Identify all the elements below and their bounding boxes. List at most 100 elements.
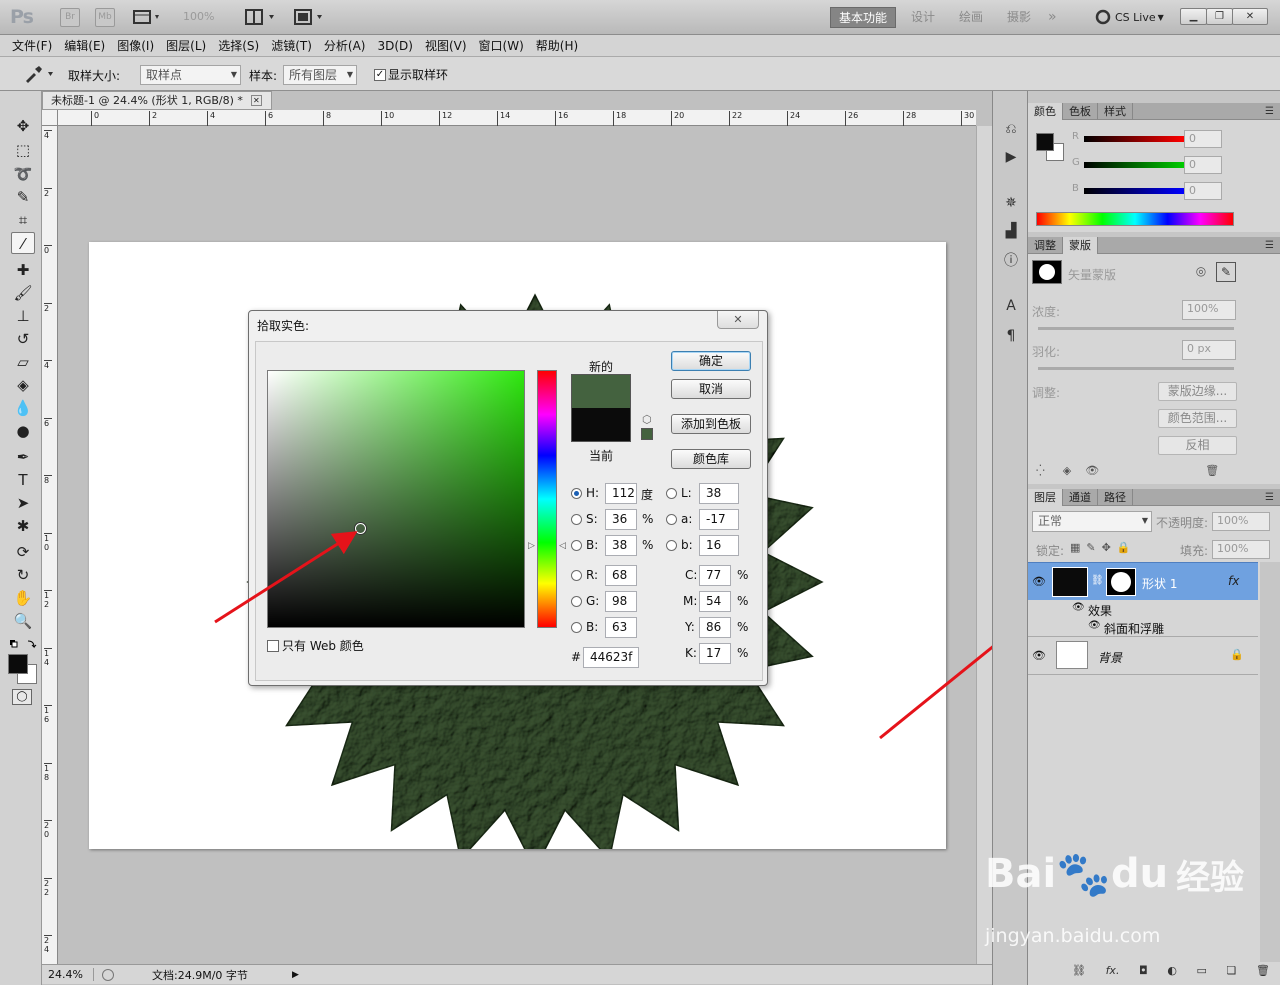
status-info-icon[interactable] (102, 968, 114, 981)
layer-fill-thumbnail[interactable] (1052, 567, 1088, 597)
fill-field[interactable]: 100% (1212, 540, 1270, 559)
vector-mask-thumbnail[interactable] (1032, 260, 1062, 284)
hue-field[interactable]: 112 (605, 483, 637, 504)
eraser-tool-icon[interactable]: ▱ (11, 351, 35, 373)
radio-red[interactable] (571, 570, 582, 581)
brush-tool-icon[interactable]: 🖌 (11, 282, 35, 304)
web-safe-swatch[interactable] (641, 428, 653, 440)
blue-field[interactable]: 63 (605, 617, 637, 638)
blend-mode-select[interactable]: 正常 ▼ (1032, 511, 1152, 532)
menu-edit[interactable]: 编辑(E) (58, 35, 111, 57)
menu-analysis[interactable]: 分析(A) (318, 35, 372, 57)
ruler-origin[interactable] (42, 110, 58, 126)
more-workspaces-button[interactable]: » (1040, 7, 1065, 28)
default-swap-colors[interactable] (8, 637, 38, 653)
pen-tool-icon[interactable]: ✒ (11, 446, 35, 468)
radio-green[interactable] (571, 596, 582, 607)
tab-adjustments[interactable]: 调整 (1028, 236, 1063, 254)
effects-visibility-icon[interactable]: 👁 (1072, 602, 1085, 613)
status-menu-arrow-icon[interactable]: ▶ (292, 970, 299, 980)
current-color-swatch[interactable] (571, 408, 631, 442)
red-slider[interactable] (1084, 136, 1184, 142)
menu-file[interactable]: 文件(F) (6, 35, 58, 57)
history-panel-icon[interactable]: ⎌ (1001, 119, 1021, 139)
healing-brush-tool-icon[interactable]: ✚ (11, 259, 35, 281)
tab-styles[interactable]: 样式 (1098, 102, 1133, 120)
dodge-tool-icon[interactable]: ● (11, 420, 35, 442)
workspace-photography[interactable]: 摄影 (999, 7, 1039, 28)
arrange-documents-button[interactable] (245, 9, 279, 25)
add-style-icon[interactable]: fx. (1106, 964, 1120, 977)
background-thumbnail[interactable] (1056, 641, 1088, 669)
show-ring-checkbox[interactable]: ✓ (374, 68, 386, 81)
histogram-panel-icon[interactable]: ▟ (1001, 221, 1021, 241)
bevel-emboss-row[interactable]: 👁 斜面和浮雕 (1028, 619, 1258, 637)
3d-rotate-tool-icon[interactable]: ⟳ (11, 541, 35, 563)
view-extras-button[interactable] (133, 9, 163, 25)
magenta-field[interactable]: 54 (699, 591, 731, 612)
radio-hue[interactable] (571, 488, 582, 499)
red-field[interactable]: 68 (605, 565, 637, 586)
masks-panel-menu-icon[interactable]: ☰ (1265, 237, 1274, 254)
sample-layers-select[interactable]: 所有图层 ▼ (283, 65, 357, 85)
vertical-scrollbar[interactable] (976, 126, 992, 964)
black-field[interactable]: 17 (699, 643, 731, 664)
color-ramp[interactable] (1036, 212, 1234, 226)
saturation-brightness-field[interactable] (267, 370, 525, 628)
foreground-color-swatch[interactable] (8, 654, 28, 674)
color-range-button[interactable]: 颜色范围... (1158, 409, 1237, 428)
info-panel-icon[interactable]: ⓘ (1001, 251, 1021, 271)
green-field[interactable]: 98 (605, 591, 637, 612)
radio-lab-b[interactable] (666, 540, 677, 551)
layer-effects-row[interactable]: 👁 效果 (1028, 601, 1258, 619)
menu-filter[interactable]: 滤镜(T) (265, 35, 318, 57)
blue-slider[interactable] (1084, 188, 1184, 194)
cancel-button[interactable]: 取消 (671, 379, 751, 399)
crop-tool-icon[interactable]: ⌗ (11, 209, 35, 231)
color-b-field[interactable]: 0 (1184, 182, 1222, 200)
brightness-field[interactable]: 38 (605, 535, 637, 556)
web-colors-only[interactable]: 只有 Web 颜色 (267, 637, 364, 654)
horizontal-ruler[interactable]: 0 2 4 6 8 10 12 14 16 18 20 22 24 26 28 30 (58, 110, 976, 126)
quick-mask-icon[interactable]: ◯ (12, 689, 32, 705)
color-libraries-button[interactable]: 颜色库 (671, 449, 751, 469)
minimize-button[interactable]: ▁ (1180, 8, 1207, 25)
dialog-close-button[interactable]: ✕ (717, 311, 759, 329)
delete-layer-icon[interactable]: 🗑 (1256, 964, 1270, 977)
lasso-tool-icon[interactable]: ➰ (11, 163, 35, 185)
eyedropper-tool-icon[interactable]: ⁄ (11, 232, 35, 254)
history-brush-tool-icon[interactable]: ↺ (11, 328, 35, 350)
tab-paths[interactable]: 路径 (1098, 488, 1133, 506)
marquee-tool-icon[interactable]: ⬚ (11, 139, 35, 161)
zoom-tool-icon[interactable]: 🔍 (11, 610, 35, 632)
hand-tool-icon[interactable]: ✋ (11, 587, 35, 609)
hue-slider[interactable] (537, 370, 557, 628)
layer-vector-mask-thumbnail[interactable] (1106, 568, 1136, 596)
layer-name[interactable]: 形状 1 (1142, 575, 1177, 592)
lab-b-field[interactable]: 16 (699, 535, 739, 556)
path-selection-tool-icon[interactable]: ➤ (11, 492, 35, 514)
move-tool-icon[interactable]: ✥ (11, 115, 35, 137)
screen-mode-button[interactable] (293, 9, 327, 25)
layer-shape-1[interactable]: 👁 ⛓ 形状 1 fx (1028, 562, 1258, 600)
workspace-essentials[interactable]: 基本功能 (830, 7, 897, 28)
vertical-ruler[interactable]: 4 2 0 2 4 6 8 1 0 1 2 1 4 1 6 1 8 2 0 2 2 2 4 (42, 126, 58, 966)
web-colors-checkbox[interactable] (267, 639, 279, 652)
color-field-cursor[interactable] (355, 523, 366, 534)
paragraph-panel-icon[interactable]: ¶ (1001, 326, 1021, 346)
invert-button[interactable]: 反相 (1158, 436, 1237, 455)
workspace-design[interactable]: 设计 (903, 7, 943, 28)
density-slider[interactable] (1038, 327, 1234, 330)
yellow-field[interactable]: 86 (699, 617, 731, 638)
blur-tool-icon[interactable]: 💧 (11, 397, 35, 419)
radio-l[interactable] (666, 488, 677, 499)
close-window-button[interactable]: ✕ (1232, 8, 1268, 25)
select-vector-mask-icon[interactable]: ✎ (1216, 262, 1236, 282)
menu-layer[interactable]: 图层(L) (160, 35, 212, 57)
layers-scrollbar[interactable] (1260, 562, 1280, 962)
show-sampling-ring[interactable]: ✓ 显示取样环 (374, 66, 448, 83)
color-panel-foreground[interactable] (1036, 133, 1054, 151)
delete-mask-icon[interactable]: 🗑 (1205, 464, 1219, 477)
apply-mask-icon[interactable]: ◈ (1063, 464, 1071, 477)
ok-button[interactable]: 确定 (671, 351, 751, 371)
